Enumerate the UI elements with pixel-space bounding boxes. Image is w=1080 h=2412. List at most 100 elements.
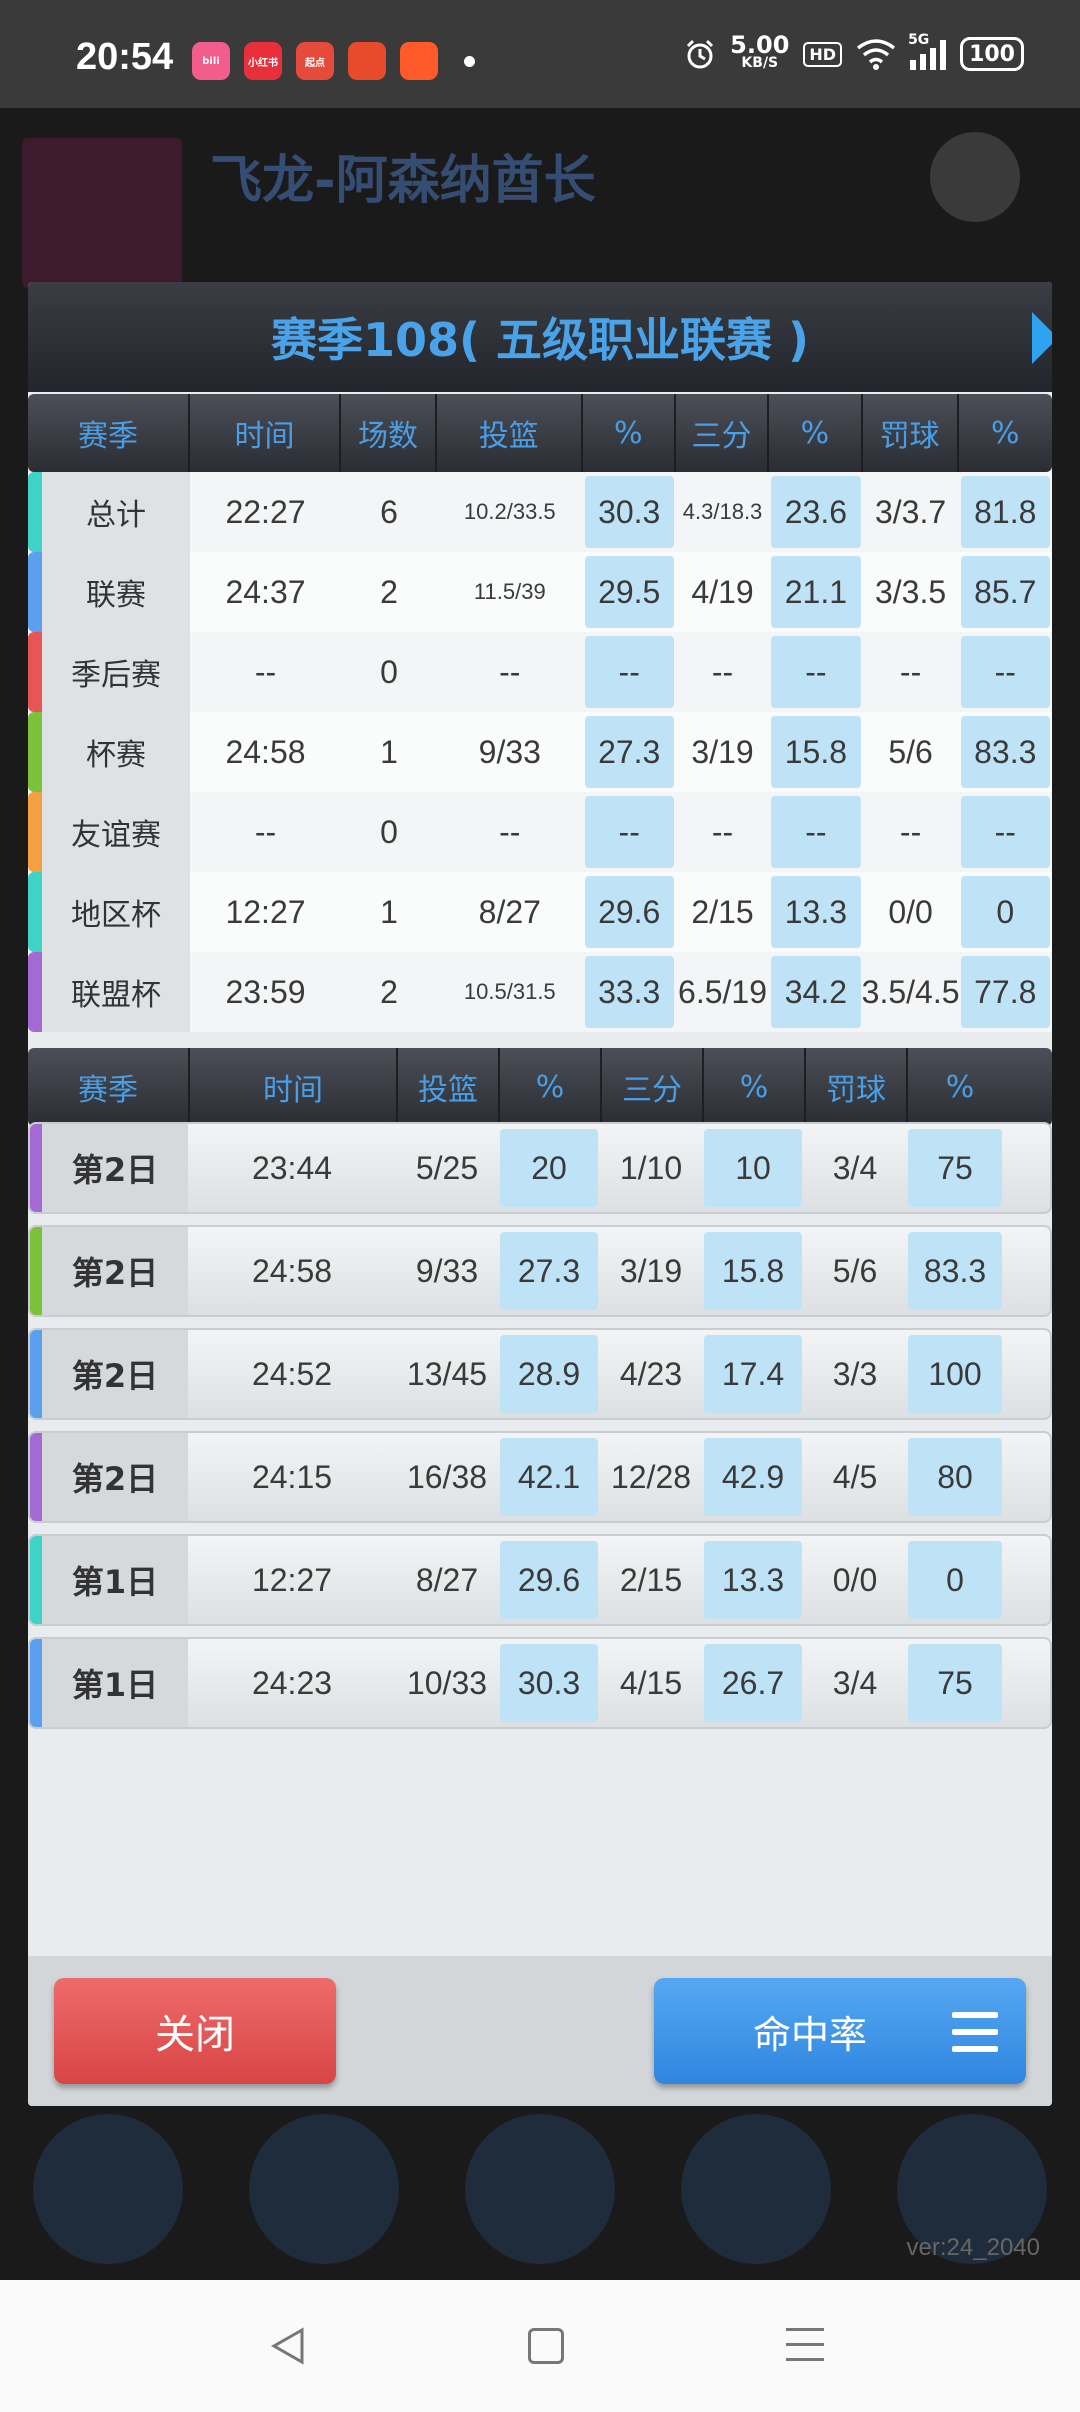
- stat-games: 2: [380, 573, 398, 610]
- stat-ft: 0/0: [832, 1561, 878, 1598]
- game-color-strip: [30, 1330, 42, 1418]
- stat-fg: --: [499, 813, 521, 850]
- summary-row[interactable]: 友谊赛 -- 0 -- -- -- -- -- --: [28, 792, 1052, 872]
- more-notifications-dot-icon: [464, 55, 475, 67]
- log-header-cell: %: [945, 1069, 975, 1105]
- stat-ft: 3/4: [832, 1664, 878, 1701]
- category-color-strip: [28, 952, 42, 1032]
- stat-fg-pct: 29.6: [500, 1541, 598, 1619]
- game-color-strip: [30, 1124, 42, 1212]
- season-stats-dialog: 赛季108( 五级职业联赛 ) 赛季 时间 场数 投篮% 三分% 罚球% 总计 22:27 6…: [28, 282, 1052, 2106]
- log-header-cell: 三分: [602, 1048, 704, 1126]
- category-color-strip: [28, 552, 42, 632]
- stat-fg-pct: 30.3: [500, 1644, 598, 1722]
- nav-button: [681, 2114, 831, 2264]
- stat-time: 23:59: [225, 973, 306, 1010]
- game-log-row[interactable]: 第2日 24:15 16/38 42.1 12/28 42.9 4/5 80: [28, 1431, 1052, 1523]
- stat-games: 1: [380, 893, 398, 930]
- recents-icon[interactable]: [786, 2328, 824, 2373]
- category-label: 总计: [42, 472, 190, 552]
- stat-three-pct: --: [771, 636, 861, 708]
- nav-button: [33, 2114, 183, 2264]
- stat-three-pct: 26.7: [704, 1644, 802, 1722]
- category-color-strip: [28, 712, 42, 792]
- summary-header-cell: 投篮: [437, 394, 583, 472]
- stat-fg-pct: 29.5: [584, 556, 674, 628]
- stat-fg-pct: 30.3: [584, 476, 674, 548]
- wifi-icon: [856, 39, 896, 70]
- summary-row[interactable]: 总计 22:27 6 10.2/33.5 30.3 4.3/18.3 23.6 3/3.7 81…: [28, 472, 1052, 552]
- summary-header-cell: 三分: [676, 394, 770, 472]
- home-icon[interactable]: [528, 2328, 564, 2364]
- stat-games: 0: [380, 813, 398, 850]
- stat-three-pct: 15.8: [704, 1232, 802, 1310]
- stat-fg-pct: 27.3: [584, 716, 674, 788]
- summary-row[interactable]: 杯赛 24:58 1 9/33 27.3 3/19 15.8 5/6 83.3: [28, 712, 1052, 792]
- battery-level: 100: [969, 41, 1015, 67]
- summary-row[interactable]: 季后赛 -- 0 -- -- -- -- -- --: [28, 632, 1052, 712]
- stat-ft-pct: 75: [908, 1129, 1002, 1207]
- stat-ft-pct: 83.3: [908, 1232, 1002, 1310]
- stat-ft: 3/3: [832, 1355, 878, 1392]
- stat-time: 24:58: [251, 1252, 333, 1289]
- stat-fg-pct: 28.9: [500, 1335, 598, 1413]
- stat-fg: 8/27: [478, 893, 541, 930]
- next-season-arrow-icon[interactable]: [1032, 312, 1052, 364]
- stat-games: 0: [380, 653, 398, 690]
- stat-time: 23:44: [251, 1149, 333, 1186]
- stat-three: --: [711, 653, 734, 690]
- category-label: 地区杯: [42, 872, 190, 952]
- stat-ft-pct: --: [960, 796, 1050, 868]
- stat-ft: 3.5/4.5: [861, 973, 960, 1010]
- stat-three-pct: 13.3: [704, 1541, 802, 1619]
- team-logo: [22, 138, 182, 288]
- summary-row[interactable]: 地区杯 12:27 1 8/27 29.6 2/15 13.3 0/0 0: [28, 872, 1052, 952]
- stat-three-pct: 13.3: [771, 876, 861, 948]
- dialog-title: 赛季108( 五级职业联赛 ): [270, 313, 810, 367]
- game-day-label: 第1日: [42, 1639, 188, 1727]
- version-label: ver:24_2040: [906, 2234, 1040, 2261]
- stat-three: 3/19: [691, 733, 754, 770]
- game-log-row[interactable]: 第2日 23:44 5/25 20 1/10 10 3/4 75: [28, 1122, 1052, 1214]
- game-log-row[interactable]: 第1日 12:27 8/27 29.6 2/15 13.3 0/0 0: [28, 1534, 1052, 1626]
- summary-row[interactable]: 联赛 24:37 2 11.5/39 29.5 4/19 21.1 3/3.5 85.7: [28, 552, 1052, 632]
- stat-fg: 9/33: [478, 733, 541, 770]
- stat-ft-pct: 85.7: [960, 556, 1050, 628]
- category-label: 友谊赛: [42, 792, 190, 872]
- category-label: 联盟杯: [42, 952, 190, 1032]
- stat-fg-pct: 20: [500, 1129, 598, 1207]
- game-day-label: 第2日: [42, 1227, 188, 1315]
- stat-ft-pct: 0: [960, 876, 1050, 948]
- back-icon[interactable]: [270, 2326, 306, 2366]
- hd-badge: HD: [803, 41, 843, 67]
- stat-ft-pct: 81.8: [960, 476, 1050, 548]
- summary-header-cell: 场数: [341, 394, 438, 472]
- summary-header-cell: %: [991, 415, 1020, 451]
- stat-three-pct: --: [771, 796, 861, 868]
- game-log-row[interactable]: 第2日 24:52 13/45 28.9 4/23 17.4 3/3 100: [28, 1328, 1052, 1420]
- close-button[interactable]: 关闭: [54, 1978, 336, 2084]
- stat-three: 6.5/19: [678, 973, 768, 1010]
- game-color-strip: [30, 1536, 42, 1624]
- summary-header-cell: %: [769, 394, 863, 472]
- summary-header-cell: 时间: [190, 394, 341, 472]
- stat-fg-pct: --: [584, 636, 674, 708]
- stat-three: 3/19: [619, 1252, 683, 1289]
- category-label: 季后赛: [42, 632, 190, 712]
- stat-three: 12/28: [610, 1458, 692, 1495]
- app-kuaishou-icon: [400, 42, 438, 80]
- stat-three-pct: 23.6: [771, 476, 861, 548]
- game-log-header: 赛季 时间 投篮% 三分% 罚球%: [28, 1048, 1052, 1126]
- summary-row[interactable]: 联盟杯 23:59 2 10.5/31.5 33.3 6.5/19 34.2 3.5/4.5 7…: [28, 952, 1052, 1032]
- stat-ft: 5/6: [832, 1252, 878, 1289]
- game-log-row[interactable]: 第1日 24:23 10/33 30.3 4/15 26.7 3/4 75: [28, 1637, 1052, 1729]
- nav-button: [249, 2114, 399, 2264]
- stat-games: 1: [380, 733, 398, 770]
- stat-three-pct: 34.2: [771, 956, 861, 1028]
- game-log-row[interactable]: 第2日 24:58 9/33 27.3 3/19 15.8 5/6 83.3: [28, 1225, 1052, 1317]
- stat-ft-pct: 80: [908, 1438, 1002, 1516]
- stat-three: 4.3/18.3: [682, 499, 763, 524]
- battery-icon: 100: [960, 37, 1024, 71]
- hit-rate-button[interactable]: 命中率: [654, 1978, 1026, 2084]
- stat-fg-pct: 33.3: [584, 956, 674, 1028]
